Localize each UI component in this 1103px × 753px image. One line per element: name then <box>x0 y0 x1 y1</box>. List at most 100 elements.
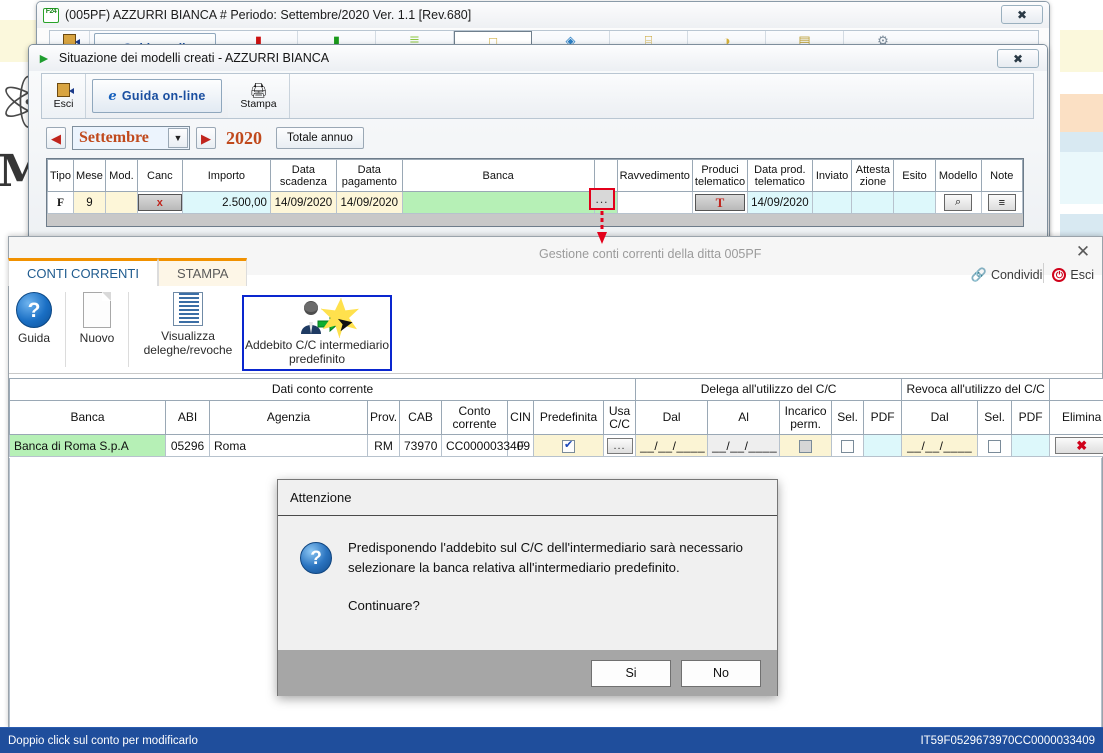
cell-modello[interactable]: ⌕ <box>935 192 981 214</box>
esci-button[interactable]: ⏻ Esci <box>1052 268 1094 282</box>
delete-row-button[interactable]: ✖ <box>1055 437 1103 454</box>
cell-canc[interactable]: x <box>137 192 182 214</box>
person-arrow-icon: ➤ <box>285 300 349 336</box>
dialog-si-button[interactable]: Si <box>591 660 671 687</box>
models-window-close-button[interactable]: ✖ <box>997 49 1039 68</box>
cell-predefinita[interactable] <box>534 435 604 457</box>
col-abi: ABI <box>166 401 210 435</box>
col-cab: CAB <box>400 401 442 435</box>
col-esito: Esito <box>894 160 935 192</box>
ribbon-tabs: CONTI CORRENTI STAMPA <box>8 258 247 286</box>
dialog-no-button[interactable]: No <box>681 660 761 687</box>
delega-sel-checkbox[interactable] <box>841 440 854 453</box>
cell-usa-cc[interactable]: ... <box>604 435 636 457</box>
cell-delega-sel[interactable] <box>832 435 864 457</box>
cell-produci-telematico[interactable]: T <box>692 192 747 214</box>
models-window-toolbar: Esci e Guida on-line 🖨 Stampa <box>41 73 1034 119</box>
conti-correnti-grid: Dati conto corrente Delega all'utilizzo … <box>9 378 1102 457</box>
models-grid-header-row: Tipo Mese Mod. Canc Importo Data scadenz… <box>48 160 1023 192</box>
cell-note[interactable]: ≡ <box>981 192 1022 214</box>
list-icon <box>173 292 203 326</box>
banca-picker-highlight-button[interactable]: ... <box>589 188 615 210</box>
group-header-empty <box>1050 379 1103 401</box>
col-mese: Mese <box>74 160 106 192</box>
chevron-down-icon[interactable]: ▼ <box>168 128 188 148</box>
ribbon-toolbar: ? Guida Nuovo Visualizza deleghe/revoche <box>9 286 1102 374</box>
cell-revoca-sel[interactable] <box>978 435 1012 457</box>
cell-delega-pdf[interactable] <box>864 435 902 457</box>
predefinita-checkbox[interactable] <box>562 440 575 453</box>
totale-annuo-button[interactable]: Totale annuo <box>276 127 364 149</box>
new-page-icon <box>83 292 111 328</box>
col-modello: Modello <box>935 160 981 192</box>
models-guida-online-button[interactable]: e Guida on-line <box>92 79 222 113</box>
models-stampa-button[interactable]: 🖨 Stampa <box>228 74 290 118</box>
models-esci-button[interactable]: Esci <box>42 74 86 118</box>
cell-banca[interactable] <box>402 192 594 214</box>
background-band-white3 <box>1060 204 1103 214</box>
ribbon-addebito-cc-button[interactable]: ➤ Addebito C/C intermediario predefinito <box>241 286 393 373</box>
table-row[interactable]: F 9 x 2.500,00 14/09/2020 14/09/2020 T <box>48 192 1023 214</box>
revoca-sel-checkbox[interactable] <box>988 440 1001 453</box>
printer-icon: 🖨 <box>250 83 268 97</box>
cell-delega-al[interactable]: __/__/____ <box>708 435 780 457</box>
cell-revoca-dal[interactable]: __/__/____ <box>902 435 978 457</box>
prev-month-button[interactable]: ◀ <box>46 127 66 149</box>
background-band-blue <box>1060 132 1103 152</box>
esci-label: Esci <box>1070 268 1094 282</box>
status-iban: IT59F0529673970CC0000033409 <box>920 735 1095 747</box>
share-label: Condividi <box>991 268 1042 282</box>
cancel-row-button[interactable]: x <box>138 194 182 211</box>
cell-attestazione <box>852 192 894 214</box>
ribbon-addebito-label: Addebito C/C intermediario predefinito <box>244 338 390 366</box>
cell-conto-corrente: CC0000033409 <box>442 435 508 457</box>
cell-importo: 2.500,00 <box>182 192 270 214</box>
ribbon-nuovo-button[interactable]: Nuovo <box>72 286 122 373</box>
cell-prov: RM <box>368 435 400 457</box>
cell-revoca-pdf[interactable] <box>1012 435 1050 457</box>
ribbon-nuovo-label: Nuovo <box>80 331 115 345</box>
main-window-close-button[interactable]: ✖ <box>1001 5 1043 24</box>
ribbon-visualizza-deleghe-button[interactable]: Visualizza deleghe/revoche <box>135 286 241 373</box>
models-guida-label: Guida on-line <box>122 89 206 103</box>
table-row[interactable]: Banca di Roma S.p.A 05296 Roma RM 73970 … <box>10 435 1103 457</box>
cell-delega-dal[interactable]: __/__/____ <box>636 435 708 457</box>
f24-icon <box>43 8 59 23</box>
addebito-selection-box[interactable]: ➤ Addebito C/C intermediario predefinito <box>242 295 392 371</box>
dialog-title: Attenzione <box>278 480 777 516</box>
background-band-cyan <box>1060 152 1103 204</box>
tab-stampa[interactable]: STAMPA <box>158 258 248 286</box>
conti-window-header-actions: 🔗 Condividi ⏻ Esci <box>971 267 1094 283</box>
month-dropdown[interactable]: Settembre ▼ <box>72 126 190 150</box>
ribbon-separator-1 <box>65 292 66 367</box>
conti-grid-group-header-row: Dati conto corrente Delega all'utilizzo … <box>10 379 1103 401</box>
note-icon[interactable]: ≡ <box>988 194 1016 211</box>
main-window-title: (005PF) AZZURRI BIANCA # Periodo: Settem… <box>65 8 471 22</box>
col-incarico-perm: Incarico perm. <box>780 401 832 435</box>
play-icon: ► <box>37 51 51 65</box>
incarico-perm-checkbox[interactable] <box>799 440 812 453</box>
group-header-revoca: Revoca all'utilizzo del C/C <box>902 379 1050 401</box>
modello-preview-icon[interactable]: ⌕ <box>944 194 972 211</box>
usa-cc-button[interactable]: ... <box>607 438 633 454</box>
close-icon[interactable]: ✕ <box>1074 243 1092 260</box>
cell-incarico-perm[interactable] <box>780 435 832 457</box>
col-usa-cc: Usa C/C <box>604 401 636 435</box>
col-predefinita: Predefinita <box>534 401 604 435</box>
ribbon-guida-button[interactable]: ? Guida <box>9 286 59 373</box>
col-revoca-dal: Dal <box>902 401 978 435</box>
dialog-footer: Si No <box>278 650 777 696</box>
models-stampa-label: Stampa <box>240 98 276 110</box>
cell-elimina[interactable]: ✖ <box>1050 435 1103 457</box>
col-banca-picker <box>594 160 617 192</box>
produci-telematico-button[interactable]: T <box>695 194 745 211</box>
models-grid-filler <box>47 214 1023 226</box>
exit-door-icon <box>57 83 70 97</box>
col-delega-pdf: PDF <box>864 401 902 435</box>
share-button[interactable]: 🔗 Condividi <box>971 267 1043 283</box>
power-icon: ⏻ <box>1052 268 1066 282</box>
tab-conti-correnti[interactable]: CONTI CORRENTI <box>8 258 158 286</box>
cell-data-scadenza: 14/09/2020 <box>270 192 336 214</box>
conti-grid-table: Dati conto corrente Delega all'utilizzo … <box>9 378 1103 457</box>
next-month-button[interactable]: ▶ <box>196 127 216 149</box>
